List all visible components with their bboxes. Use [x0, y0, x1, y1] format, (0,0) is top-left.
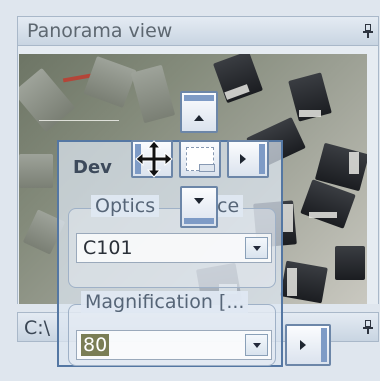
panorama-panel-header[interactable]: Panorama view	[17, 16, 379, 46]
optics-group: Optics ce C101	[68, 195, 276, 288]
panorama-panel-title: Panorama view	[27, 20, 173, 42]
pin-icon[interactable]	[363, 24, 373, 38]
magnification-group: Magnification [... 80	[68, 291, 276, 366]
second-panel-title: C:\	[24, 317, 51, 339]
dock-right-guide[interactable]	[227, 140, 269, 178]
optics-group-legend: Optics	[91, 195, 160, 217]
magnification-select-value: 80	[81, 334, 110, 356]
arrow-right-icon	[300, 340, 306, 350]
optics-select[interactable]: C101	[76, 233, 272, 263]
chevron-down-icon[interactable]	[245, 237, 268, 259]
dock-center-guide[interactable]	[179, 140, 221, 178]
arrow-up-icon	[194, 115, 204, 121]
dock-top-guide[interactable]	[180, 91, 218, 133]
pin-icon[interactable]	[363, 320, 373, 334]
arrow-right-icon	[240, 154, 246, 164]
magnification-group-legend: Magnification [...	[81, 291, 249, 313]
dock-outer-right-guide[interactable]	[285, 324, 331, 366]
floating-panel-title: Dev	[73, 157, 112, 178]
chevron-down-icon[interactable]	[245, 334, 268, 356]
dock-bottom-guide[interactable]	[180, 186, 218, 228]
magnification-select[interactable]: 80	[76, 330, 272, 360]
arrow-down-icon	[194, 198, 204, 204]
move-cursor-icon	[135, 140, 173, 178]
optics-select-value: C101	[83, 237, 133, 259]
